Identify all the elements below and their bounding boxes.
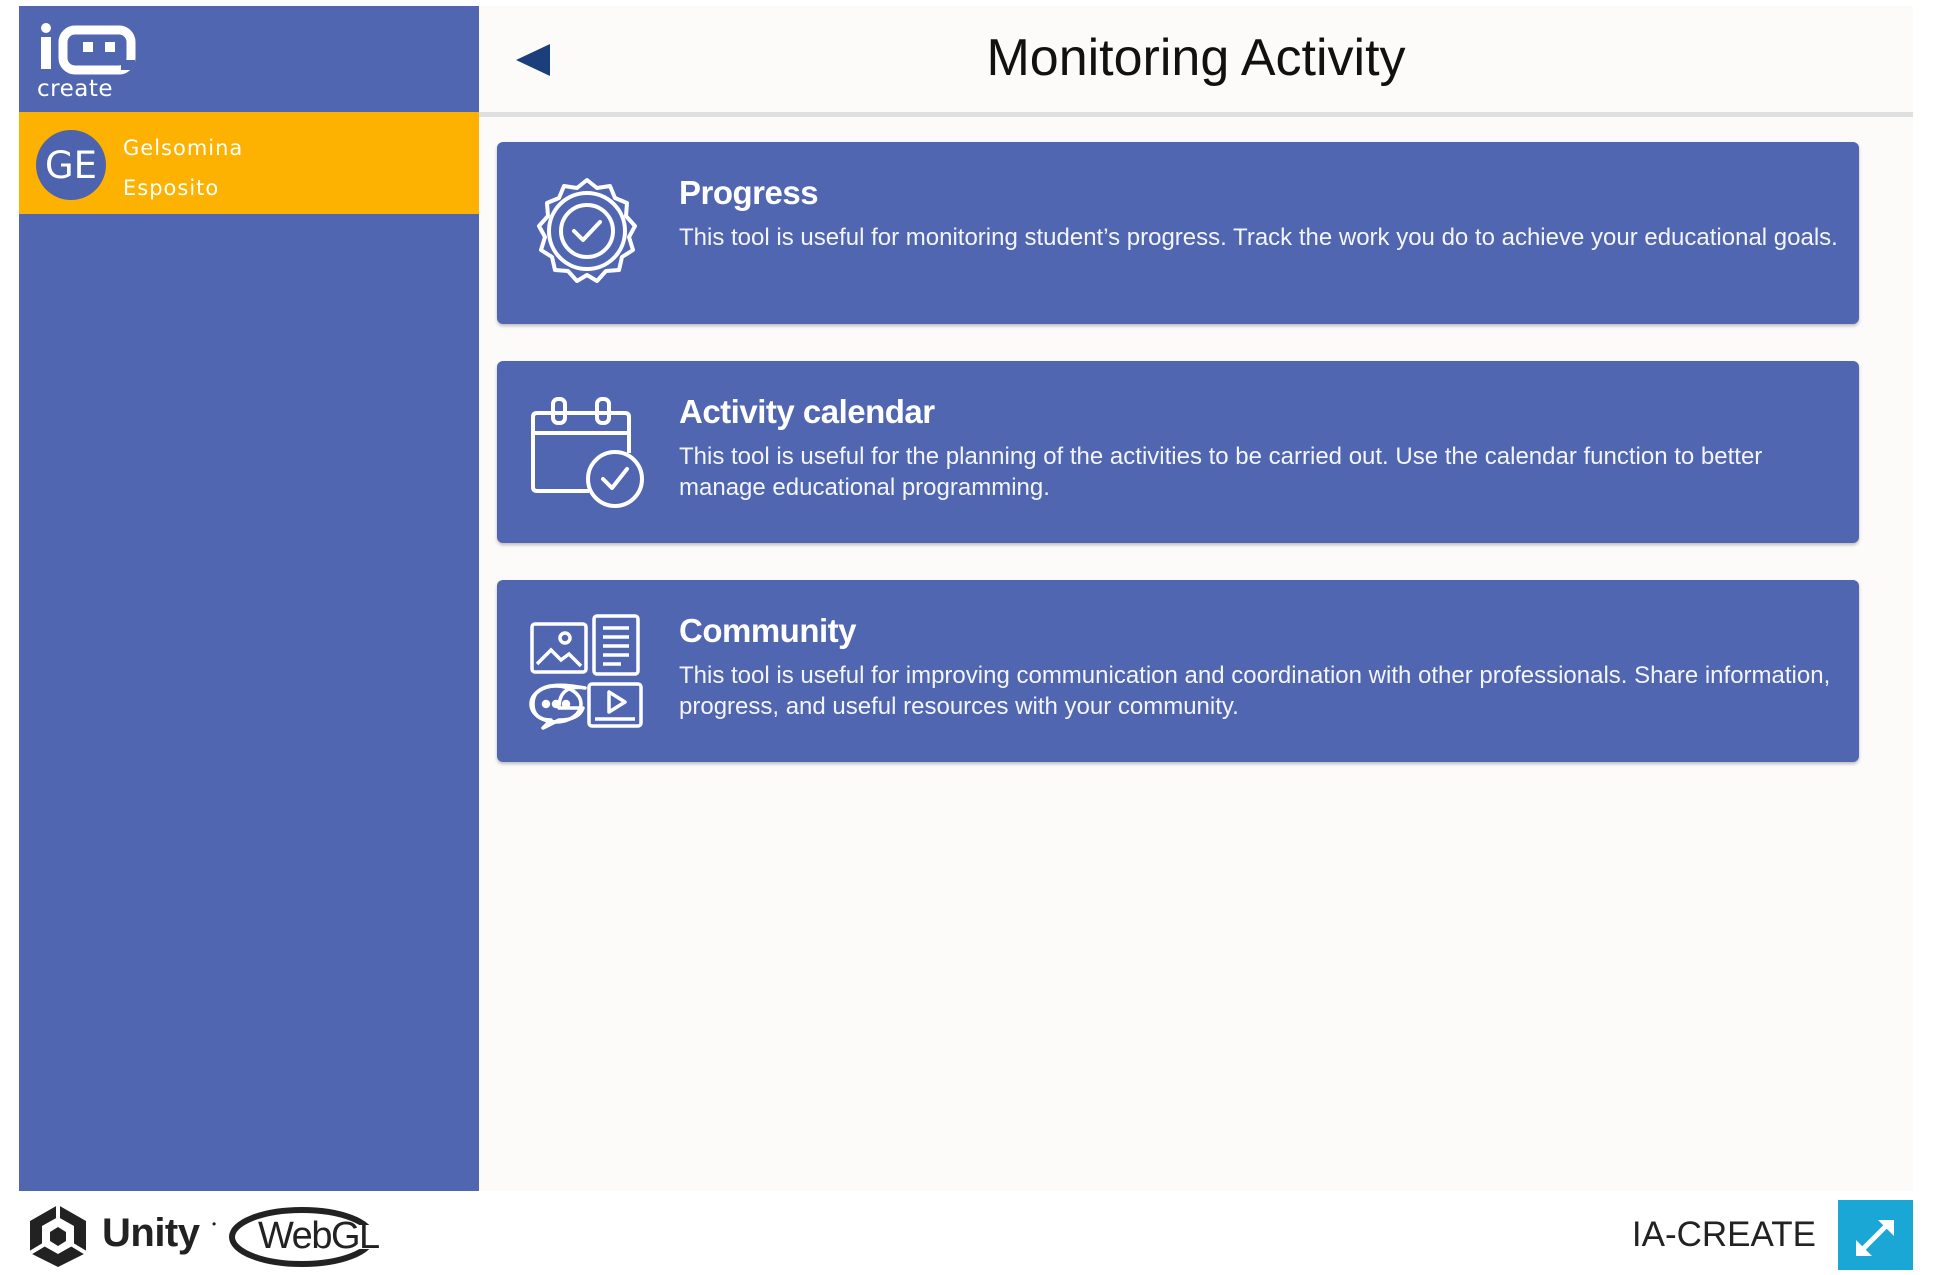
app-logo: create bbox=[35, 20, 145, 105]
card-title: Activity calendar bbox=[679, 393, 935, 430]
card-title: Progress bbox=[679, 174, 819, 211]
progress-card[interactable]: Progress This tool is useful for monitor… bbox=[497, 142, 1859, 324]
user-last-name: Esposito bbox=[123, 176, 220, 200]
community-card[interactable]: Community This tool is useful for improv… bbox=[497, 580, 1859, 762]
unity-label: Unity bbox=[102, 1211, 200, 1255]
badge-check-icon bbox=[529, 174, 645, 292]
sidebar: create GE Gelsomina Esposito bbox=[19, 6, 479, 1191]
avatar: GE bbox=[36, 130, 106, 200]
unity-logo-icon bbox=[26, 1203, 90, 1269]
fullscreen-icon bbox=[1856, 1220, 1894, 1256]
activity-calendar-card[interactable]: Activity calendar This tool is useful fo… bbox=[497, 361, 1859, 543]
card-description: This tool is useful for the planning of … bbox=[679, 443, 1763, 501]
card-description: This tool is useful for monitoring stude… bbox=[679, 224, 1838, 251]
footer: Unity • WebGL IA-CREATE bbox=[0, 1191, 1936, 1270]
card-description: This tool is useful for improving commun… bbox=[679, 662, 1831, 720]
webgl-label: WebGL bbox=[258, 1215, 380, 1257]
user-first-name: Gelsomina bbox=[123, 136, 244, 160]
community-media-icon bbox=[529, 612, 645, 730]
fullscreen-button[interactable] bbox=[1838, 1200, 1913, 1270]
trademark-icon: • bbox=[212, 1217, 217, 1231]
logo-text: create bbox=[37, 76, 114, 102]
footer-brand-label: IA-CREATE bbox=[1631, 1215, 1816, 1254]
header: Monitoring Activity bbox=[479, 6, 1913, 117]
user-profile[interactable]: GE Gelsomina Esposito bbox=[19, 112, 479, 214]
card-title: Community bbox=[679, 612, 857, 649]
page-title: Monitoring Activity bbox=[986, 29, 1406, 87]
calendar-check-icon bbox=[529, 393, 645, 511]
